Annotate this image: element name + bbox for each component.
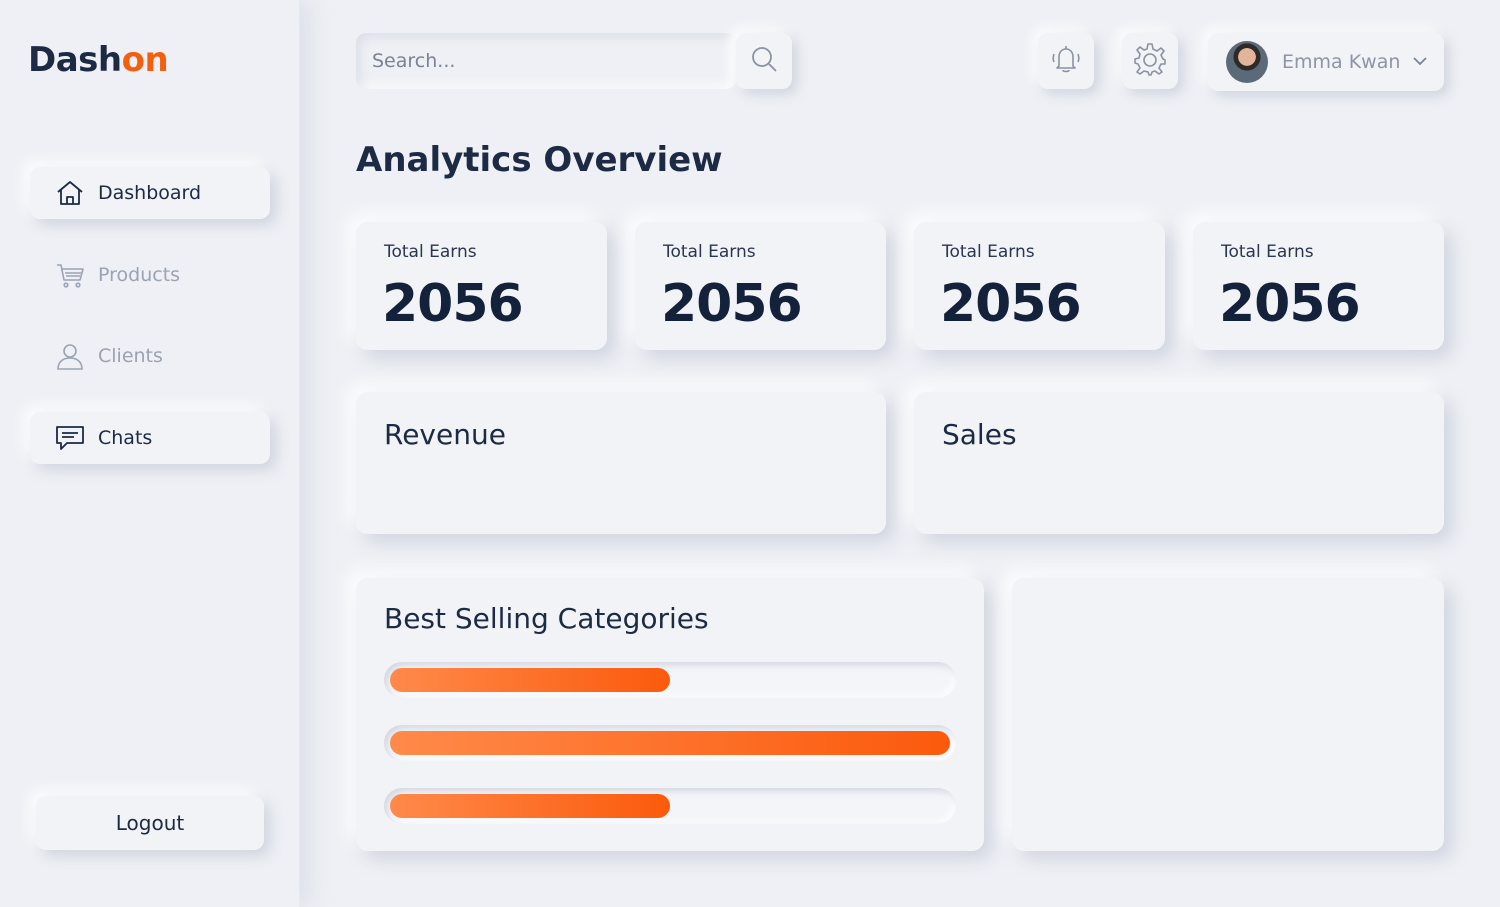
- settings-button[interactable]: [1122, 33, 1178, 89]
- stat-value: 2056: [382, 274, 524, 334]
- chevron-down-icon: [1412, 53, 1428, 73]
- stat-label: Total Earns: [384, 242, 477, 262]
- sales-title: Sales: [942, 418, 1017, 451]
- empty-card: [1012, 578, 1444, 851]
- revenue-card[interactable]: Revenue: [356, 392, 886, 534]
- sidebar: Dashon Dashboard Products Clients Chats …: [0, 0, 300, 907]
- brand-logo-part1: Dash: [28, 40, 122, 80]
- category-progress-track: [384, 788, 956, 824]
- stat-label: Total Earns: [1221, 242, 1314, 262]
- category-progress-fill: [390, 794, 670, 818]
- home-icon: [54, 177, 86, 209]
- stat-label: Total Earns: [942, 242, 1035, 262]
- sidebar-item-label: Products: [98, 264, 181, 286]
- logout-button[interactable]: Logout: [36, 796, 264, 850]
- user-icon: [54, 340, 86, 372]
- brand-logo-part2: on: [121, 40, 169, 80]
- stat-value: 2056: [661, 274, 803, 334]
- stat-label: Total Earns: [663, 242, 756, 262]
- page-title: Analytics Overview: [356, 140, 723, 180]
- stat-card[interactable]: Total Earns 2056: [356, 222, 607, 350]
- category-progress-track: [384, 662, 956, 698]
- stat-card[interactable]: Total Earns 2056: [635, 222, 886, 350]
- sidebar-item-dashboard[interactable]: Dashboard: [30, 167, 270, 219]
- avatar: [1226, 41, 1268, 83]
- search-icon: [749, 44, 779, 78]
- best-selling-card: Best Selling Categories: [356, 578, 984, 851]
- category-progress-fill: [390, 668, 670, 692]
- stat-value: 2056: [1219, 274, 1361, 334]
- sidebar-item-label: Clients: [98, 345, 163, 367]
- bell-icon: [1048, 41, 1084, 81]
- chat-icon: [54, 422, 86, 454]
- sidebar-item-products[interactable]: Products: [30, 249, 270, 301]
- sidebar-item-label: Chats: [98, 427, 153, 449]
- notifications-button[interactable]: [1038, 33, 1094, 89]
- sidebar-item-label: Dashboard: [98, 182, 202, 204]
- app-root: Dashon Dashboard Products Clients Chats …: [0, 0, 1500, 907]
- stat-card[interactable]: Total Earns 2056: [1193, 222, 1444, 350]
- revenue-title: Revenue: [384, 418, 506, 451]
- category-progress-track: [384, 725, 956, 761]
- category-progress-fill: [390, 731, 950, 755]
- sidebar-item-clients[interactable]: Clients: [30, 330, 270, 382]
- best-selling-title: Best Selling Categories: [384, 602, 709, 635]
- sidebar-item-chats[interactable]: Chats: [30, 412, 270, 464]
- stat-value: 2056: [940, 274, 1082, 334]
- brand-logo[interactable]: Dashon: [28, 40, 169, 80]
- search-bar: [356, 33, 736, 89]
- sales-card[interactable]: Sales: [914, 392, 1444, 534]
- stat-card[interactable]: Total Earns 2056: [914, 222, 1165, 350]
- user-name: Emma Kwan: [1282, 51, 1401, 73]
- search-input[interactable]: [372, 50, 712, 72]
- gear-icon: [1132, 41, 1168, 81]
- cart-icon: [54, 259, 86, 291]
- search-button[interactable]: [736, 33, 792, 89]
- user-menu[interactable]: Emma Kwan: [1208, 33, 1444, 91]
